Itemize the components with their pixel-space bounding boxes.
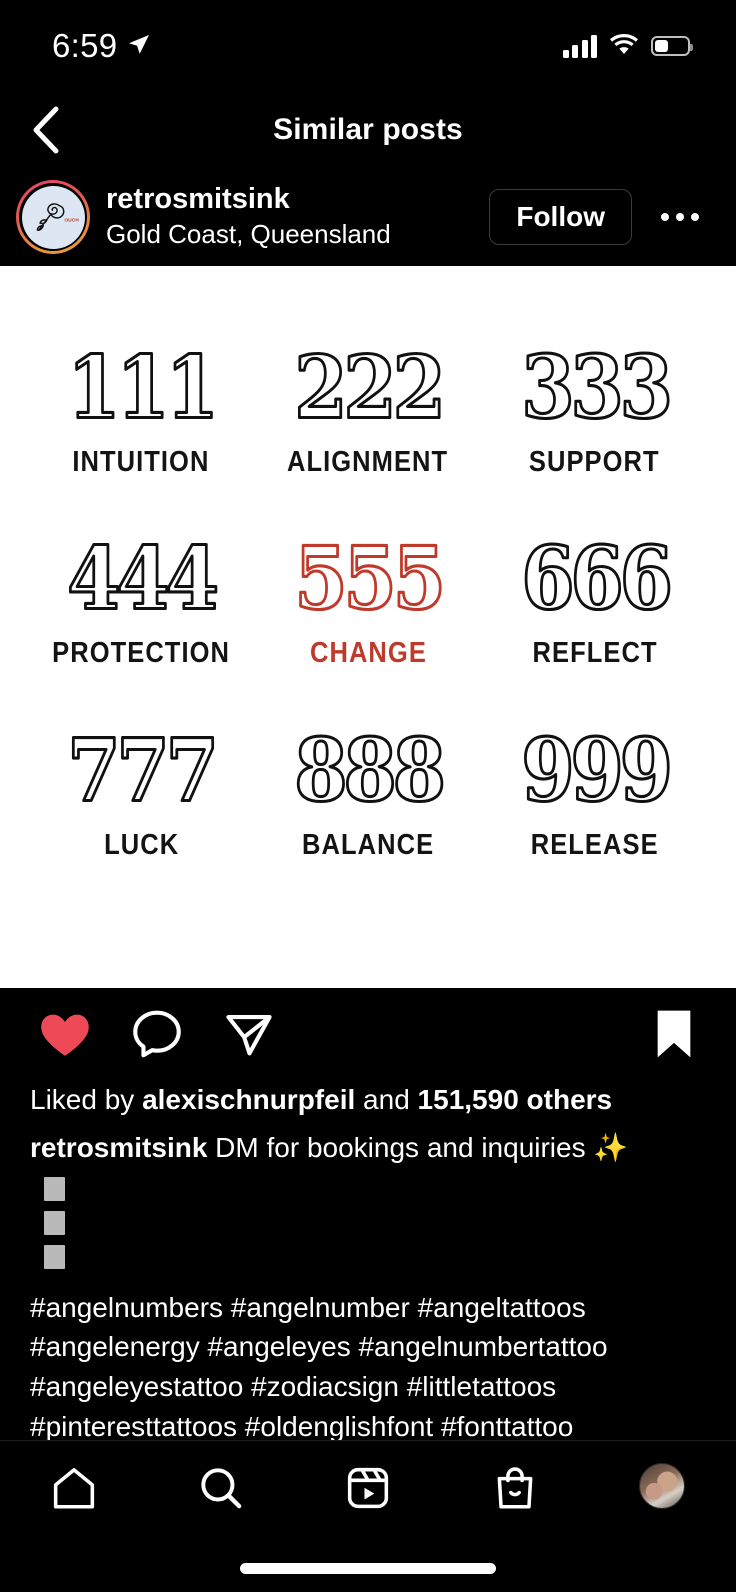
angel-number-glyphs: 333 (519, 348, 674, 432)
share-icon (226, 1015, 272, 1056)
angel-number-cell: 666 REFLECT (481, 509, 708, 700)
angel-number-cell: 111 INTUITION (28, 318, 255, 509)
search-tab[interactable] (147, 1463, 294, 1513)
angel-number-cell: 888 BALANCE (255, 701, 482, 892)
angel-number-glyphs: 111 (66, 348, 221, 432)
post-username[interactable]: retrosmitsink (106, 183, 473, 216)
comment-icon (133, 1010, 181, 1058)
follow-button[interactable]: Follow (489, 189, 632, 245)
share-button[interactable] (220, 1005, 278, 1063)
caption-username[interactable]: retrosmitsink (30, 1132, 207, 1163)
wifi-icon (609, 33, 639, 60)
angel-number-cell: 222 ALIGNMENT (255, 318, 482, 509)
angel-number-value: 222 (294, 348, 441, 432)
caption-placeholder-glyphs (30, 1172, 706, 1274)
angel-number-label: LUCK (103, 828, 179, 861)
back-button[interactable] (0, 92, 92, 168)
caption-text: DM for bookings and inquiries (207, 1131, 594, 1163)
placeholder-glyph-row (30, 1206, 706, 1240)
instagram-similar-posts-screen: 6:59 Similar posts OUCH retrosmitsink Go… (0, 0, 736, 1592)
status-clock: 6:59 (52, 27, 118, 64)
sparkles-emoji-icon: ✨ (593, 1131, 629, 1163)
save-button[interactable] (648, 1006, 700, 1062)
status-bar-right (562, 33, 693, 60)
svg-text:OUCH: OUCH (64, 217, 79, 223)
bookmark-filled-icon (657, 1010, 691, 1058)
likes-username[interactable]: alexischnurpfeil (142, 1084, 355, 1115)
profile-tab[interactable] (589, 1463, 736, 1509)
angel-number-value: 666 (521, 539, 669, 623)
search-icon (201, 1468, 242, 1509)
angel-number-label: REFLECT (532, 637, 658, 670)
placeholder-glyph-row (30, 1172, 706, 1206)
reels-icon (347, 1467, 389, 1509)
angel-number-value: 888 (294, 731, 442, 815)
placeholder-glyph-icon (44, 1244, 65, 1269)
likes-count[interactable]: 151,590 others (418, 1084, 613, 1115)
home-tab[interactable] (0, 1463, 147, 1513)
angel-number-glyphs: 222 (293, 348, 448, 432)
page-title: Similar posts (273, 113, 463, 146)
status-bar-left: 6:59 (52, 27, 151, 65)
reels-tab[interactable] (294, 1463, 441, 1513)
caption-line: retrosmitsink DM for bookings and inquir… (30, 1128, 706, 1168)
angel-number-value: 111 (68, 348, 215, 432)
angel-number-label: CHANGE (309, 637, 427, 670)
angel-numbers-grid: 111 INTUITION 222 ALIGNMENT 333 SUPPORT 444 PRO… (0, 266, 736, 988)
cellular-signal-icon (562, 34, 597, 58)
likes-middle: and (355, 1084, 418, 1115)
angel-number-cell: 999 RELEASE (481, 701, 708, 892)
placeholder-glyph-icon (44, 1210, 65, 1235)
heart-filled-icon (41, 1014, 89, 1056)
like-button[interactable] (36, 1005, 94, 1063)
angel-number-value: 333 (521, 348, 668, 432)
comment-button[interactable] (128, 1005, 186, 1063)
angel-number-glyphs: 777 (66, 731, 221, 815)
chevron-left-icon (33, 106, 59, 154)
angel-number-label: INTUITION (72, 446, 210, 479)
nav-header: Similar posts (0, 92, 736, 168)
rose-illustration-icon: OUCH (36, 202, 79, 231)
angel-number-value: 777 (68, 731, 215, 815)
placeholder-glyph-row (30, 1240, 706, 1274)
angel-number-cell: 444 PROTECTION (28, 509, 255, 700)
profile-avatar-icon (639, 1463, 686, 1509)
angel-number-label: PROTECTION (52, 637, 231, 670)
post-location[interactable]: Gold Coast, Queensland (106, 218, 473, 251)
avatar[interactable]: OUCH (16, 180, 90, 254)
angel-number-label: SUPPORT (529, 446, 661, 479)
angel-number-glyphs: 999 (519, 731, 674, 815)
angel-number-cell: 777 LUCK (28, 701, 255, 892)
angel-number-value: 999 (521, 731, 668, 815)
angel-number-cell: 555 CHANGE (255, 509, 482, 700)
home-indicator (240, 1563, 496, 1574)
angel-number-glyphs: 444 (66, 539, 222, 623)
angel-number-value: 555 (294, 539, 441, 623)
caption-block: Liked by alexischnurpfeil and 151,590 ot… (0, 1080, 736, 1486)
angel-number-glyphs: 555 (293, 539, 448, 623)
avatar-image: OUCH (21, 185, 85, 249)
angel-number-label: BALANCE (301, 828, 435, 861)
likes-prefix: Liked by (30, 1084, 143, 1115)
likes-line[interactable]: Liked by alexischnurpfeil and 151,590 ot… (30, 1080, 706, 1120)
post-header-meta: retrosmitsink Gold Coast, Queensland (106, 183, 473, 251)
status-bar: 6:59 (0, 0, 736, 92)
angel-number-cell: 333 SUPPORT (481, 318, 708, 509)
placeholder-glyph-icon (44, 1176, 65, 1201)
angel-number-label: ALIGNMENT (287, 446, 449, 479)
shop-bag-icon (497, 1467, 533, 1509)
battery-icon (651, 36, 693, 56)
angel-number-glyphs: 888 (293, 731, 448, 815)
angel-number-value: 444 (68, 539, 217, 623)
post-action-bar (0, 988, 736, 1080)
angel-number-glyphs: 666 (519, 539, 674, 623)
angel-number-label: RELEASE (530, 828, 659, 861)
home-icon (53, 1468, 94, 1509)
post-header: OUCH retrosmitsink Gold Coast, Queenslan… (0, 168, 736, 266)
post-image[interactable]: 111 INTUITION 222 ALIGNMENT 333 SUPPORT 444 PRO… (0, 266, 736, 988)
avatar-ring-inner: OUCH (19, 183, 87, 251)
location-arrow-icon (127, 32, 151, 61)
shop-tab[interactable] (442, 1463, 589, 1513)
more-options-icon[interactable] (648, 189, 712, 245)
